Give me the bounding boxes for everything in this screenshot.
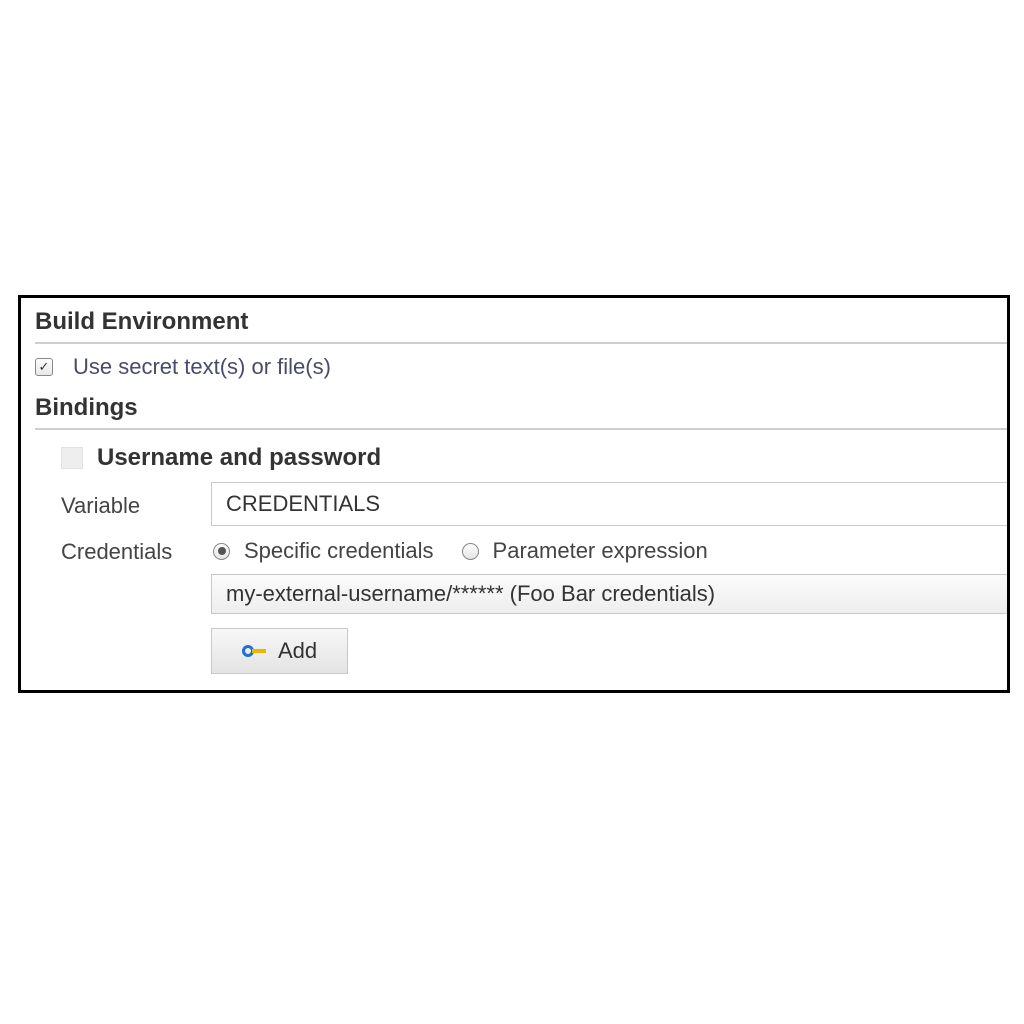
key-icon xyxy=(242,644,266,658)
binding-title: Username and password xyxy=(97,444,381,472)
bindings-content: Username and password Variable Credentia… xyxy=(21,430,1007,674)
variable-label: Variable xyxy=(61,489,211,519)
section-title-build-environment: Build Environment xyxy=(21,304,1007,342)
radio-specific-label: Specific credentials xyxy=(244,538,434,564)
radio-specific-credentials[interactable] xyxy=(213,543,230,560)
drag-handle-icon[interactable] xyxy=(61,447,83,469)
variable-row: Variable xyxy=(61,482,1007,526)
use-secret-label: Use secret text(s) or file(s) xyxy=(73,354,331,380)
use-secret-row: ✓ Use secret text(s) or file(s) xyxy=(21,344,1007,390)
add-button[interactable]: Add xyxy=(211,628,348,674)
add-button-label: Add xyxy=(278,638,317,664)
radio-parameter-expression[interactable] xyxy=(462,543,479,560)
build-environment-panel: Build Environment ✓ Use secret text(s) o… xyxy=(18,295,1010,693)
credentials-row: Credentials Specific credentials Paramet… xyxy=(61,532,1007,568)
variable-input[interactable] xyxy=(211,482,1007,526)
spacer xyxy=(61,592,211,596)
credentials-label: Credentials xyxy=(61,535,211,565)
credentials-radio-group: Specific credentials Parameter expressio… xyxy=(211,532,1007,568)
binding-header: Username and password xyxy=(61,444,1007,472)
section-title-bindings: Bindings xyxy=(21,390,1007,428)
use-secret-checkbox[interactable]: ✓ xyxy=(35,358,53,376)
add-button-wrap: Add xyxy=(211,620,1007,674)
radio-param-label: Parameter expression xyxy=(493,538,708,564)
credentials-select-row: my-external-username/****** (Foo Bar cre… xyxy=(61,574,1007,614)
credentials-select[interactable]: my-external-username/****** (Foo Bar cre… xyxy=(211,574,1007,614)
